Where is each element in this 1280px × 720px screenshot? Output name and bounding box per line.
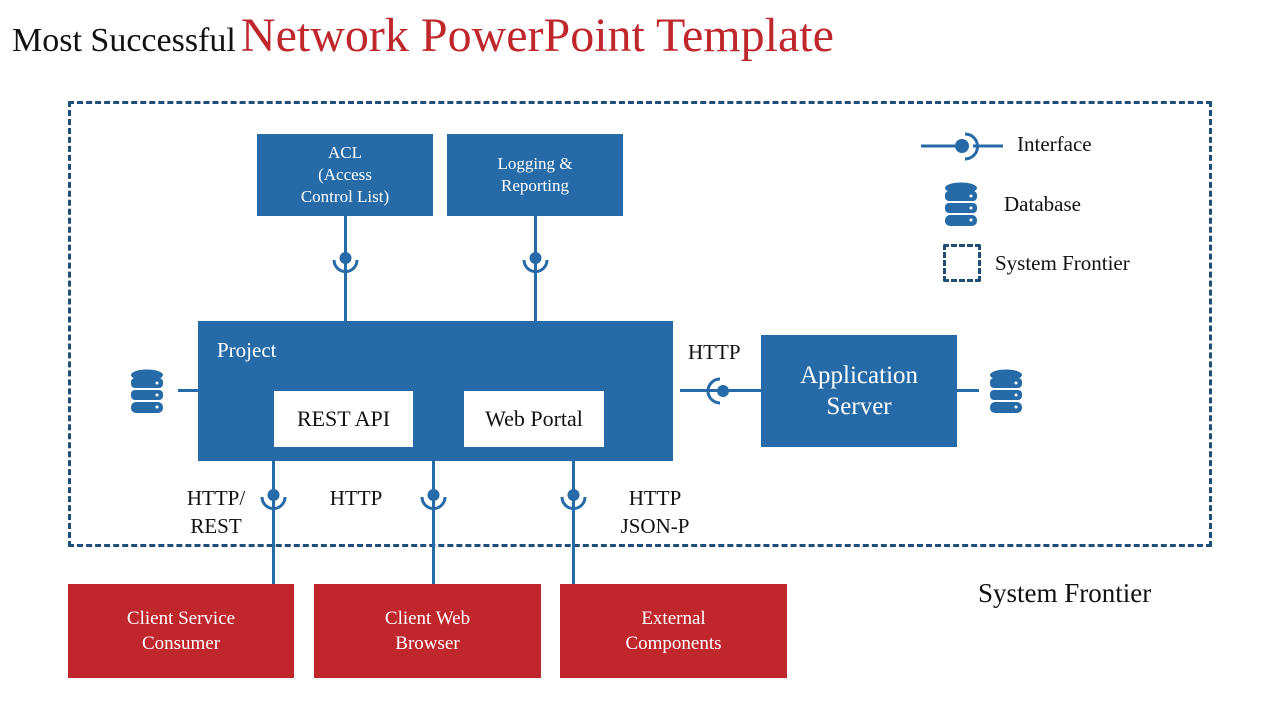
interface-icon [522,252,549,273]
connector-rest [272,460,275,584]
application-server-label: Application Server [799,362,919,420]
project-label: Project [217,338,277,362]
database-icon [945,182,977,226]
application-server-box: Application Server [761,335,957,447]
interface-icon [706,377,729,405]
interface-icon [921,132,1003,161]
database-icon [990,369,1022,413]
interface-icon [420,489,447,510]
app-server-connection-label: HTTP [688,340,741,364]
connector-jsonp [572,460,575,584]
interface-icon [560,489,587,510]
client-web-browser-box: Client Web Browser [314,584,541,678]
web-portal-label: Web Portal [485,406,583,431]
connector-db-left [178,389,200,392]
client-service-consumer-box: Client Service Consumer [68,584,294,678]
rest-api-label: REST API [296,406,391,431]
rest-api-component: REST API [274,391,413,447]
connection-label-http-rest: HTTP/ REST [186,486,246,538]
logging-reporting-box: Logging & Reporting [447,134,623,216]
interface-icon [260,489,287,510]
slide-title: Most Successful Network PowerPoint Templ… [12,8,834,63]
acl-box: ACL (Access Control List) [257,134,433,216]
interface-icon [332,252,359,273]
client-web-browser-label: Client Web Browser [384,608,471,654]
connection-label-http: HTTP [329,486,383,510]
client-service-consumer-label: Client Service Consumer [126,608,236,654]
logging-reporting-label: Logging & Reporting [497,154,573,195]
system-frontier-label: System Frontier [978,578,1152,608]
acl-label: ACL (Access Control List) [300,143,390,206]
web-portal-component: Web Portal [464,391,604,447]
connector-http [432,460,435,584]
connector-db-right [957,389,979,392]
system-frontier-icon [943,244,981,282]
legend-interface-label: Interface [1017,132,1092,156]
title-prefix: Most Successful [12,22,236,59]
title-main: Network PowerPoint Template [240,9,834,62]
external-components-box: External Components [560,584,787,678]
legend-database-label: Database [1004,192,1081,216]
database-icon [131,369,163,413]
legend-system-frontier-label: System Frontier [995,251,1130,275]
external-components-label: External Components [625,608,722,654]
connection-label-http-jsonp: HTTP JSON-P [620,486,690,538]
